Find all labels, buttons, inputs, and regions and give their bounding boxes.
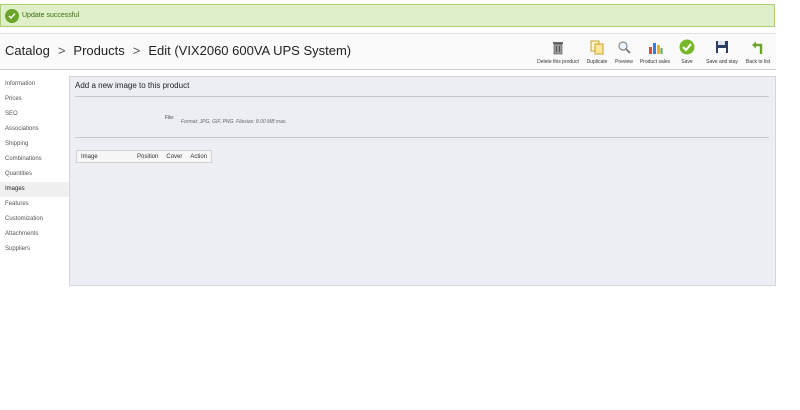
breadcrumb-separator: > — [132, 43, 141, 58]
product-tabs: Information Prices SEO Associations Ship… — [0, 77, 69, 255]
tab-suppliers[interactable]: Suppliers — [0, 242, 69, 257]
divider — [75, 137, 769, 138]
breadcrumb-separator: > — [57, 43, 66, 58]
breadcrumb-products[interactable]: Products — [73, 43, 124, 58]
delete-product-button[interactable]: Delete this product — [534, 38, 582, 65]
file-label: File: — [165, 115, 175, 121]
notice-message: Update successful — [22, 12, 80, 19]
sales-chart-icon — [646, 38, 664, 56]
tab-attachments[interactable]: Attachments — [0, 227, 69, 242]
breadcrumb: Catalog > Products > Edit (VIX2060 600VA UPS… — [5, 43, 351, 58]
duplicate-button[interactable]: Duplicate — [584, 38, 610, 65]
preview-button[interactable]: Preview — [612, 38, 636, 65]
back-to-list-button[interactable]: Back to list — [744, 38, 772, 65]
tab-prices[interactable]: Prices — [0, 92, 69, 107]
floppy-icon — [713, 38, 731, 56]
panel-title: Add a new image to this product — [75, 81, 190, 90]
tab-associations[interactable]: Associations — [0, 122, 69, 137]
product-sales-button[interactable]: Product sales — [638, 38, 672, 65]
save-button[interactable]: Save — [674, 38, 700, 65]
preview-label: Preview — [615, 59, 633, 65]
save-check-icon — [678, 38, 696, 56]
column-header-cover: Cover — [166, 153, 183, 160]
product-sales-label: Product sales — [639, 59, 671, 65]
tab-customization[interactable]: Customization — [0, 212, 69, 227]
check-circle-icon — [5, 8, 19, 23]
duplicate-label: Duplicate — [586, 59, 608, 65]
tab-seo[interactable]: SEO — [0, 107, 69, 122]
duplicate-icon — [588, 38, 606, 56]
column-header-position: Position — [137, 153, 159, 160]
save-and-stay-label: Save and stay — [706, 59, 738, 65]
file-format-hint: Format: JPG, GIF, PNG. Filesize: 8.00 MB… — [181, 119, 287, 125]
column-header-action: Action — [190, 153, 208, 160]
images-table: Image Position Cover Action — [76, 150, 213, 163]
images-panel: Add a new image to this product File: Fo… — [69, 76, 776, 286]
back-to-list-label: Back to list — [745, 59, 771, 65]
column-header-image: Image — [81, 153, 98, 160]
divider — [75, 96, 769, 97]
page-toolbar: Catalog > Products > Edit (VIX2060 600VA UPS… — [0, 33, 776, 70]
tab-features[interactable]: Features — [0, 197, 69, 212]
tab-information[interactable]: Information — [0, 77, 69, 92]
tab-combinations[interactable]: Combinations — [0, 152, 69, 167]
trash-icon — [549, 38, 567, 56]
save-label: Save — [681, 59, 693, 65]
page-title: Edit (VIX2060 600VA UPS System) — [148, 43, 352, 58]
breadcrumb-catalog[interactable]: Catalog — [5, 43, 50, 58]
tab-images[interactable]: Images — [0, 182, 69, 197]
success-notice: Update successful — [0, 4, 775, 27]
tab-shipping[interactable]: Shipping — [0, 137, 69, 152]
delete-label: Delete this product — [537, 59, 579, 65]
back-arrow-icon — [749, 38, 767, 56]
save-and-stay-button[interactable]: Save and stay — [702, 38, 742, 65]
preview-icon — [615, 38, 633, 56]
tab-quantities[interactable]: Quantities — [0, 167, 69, 182]
